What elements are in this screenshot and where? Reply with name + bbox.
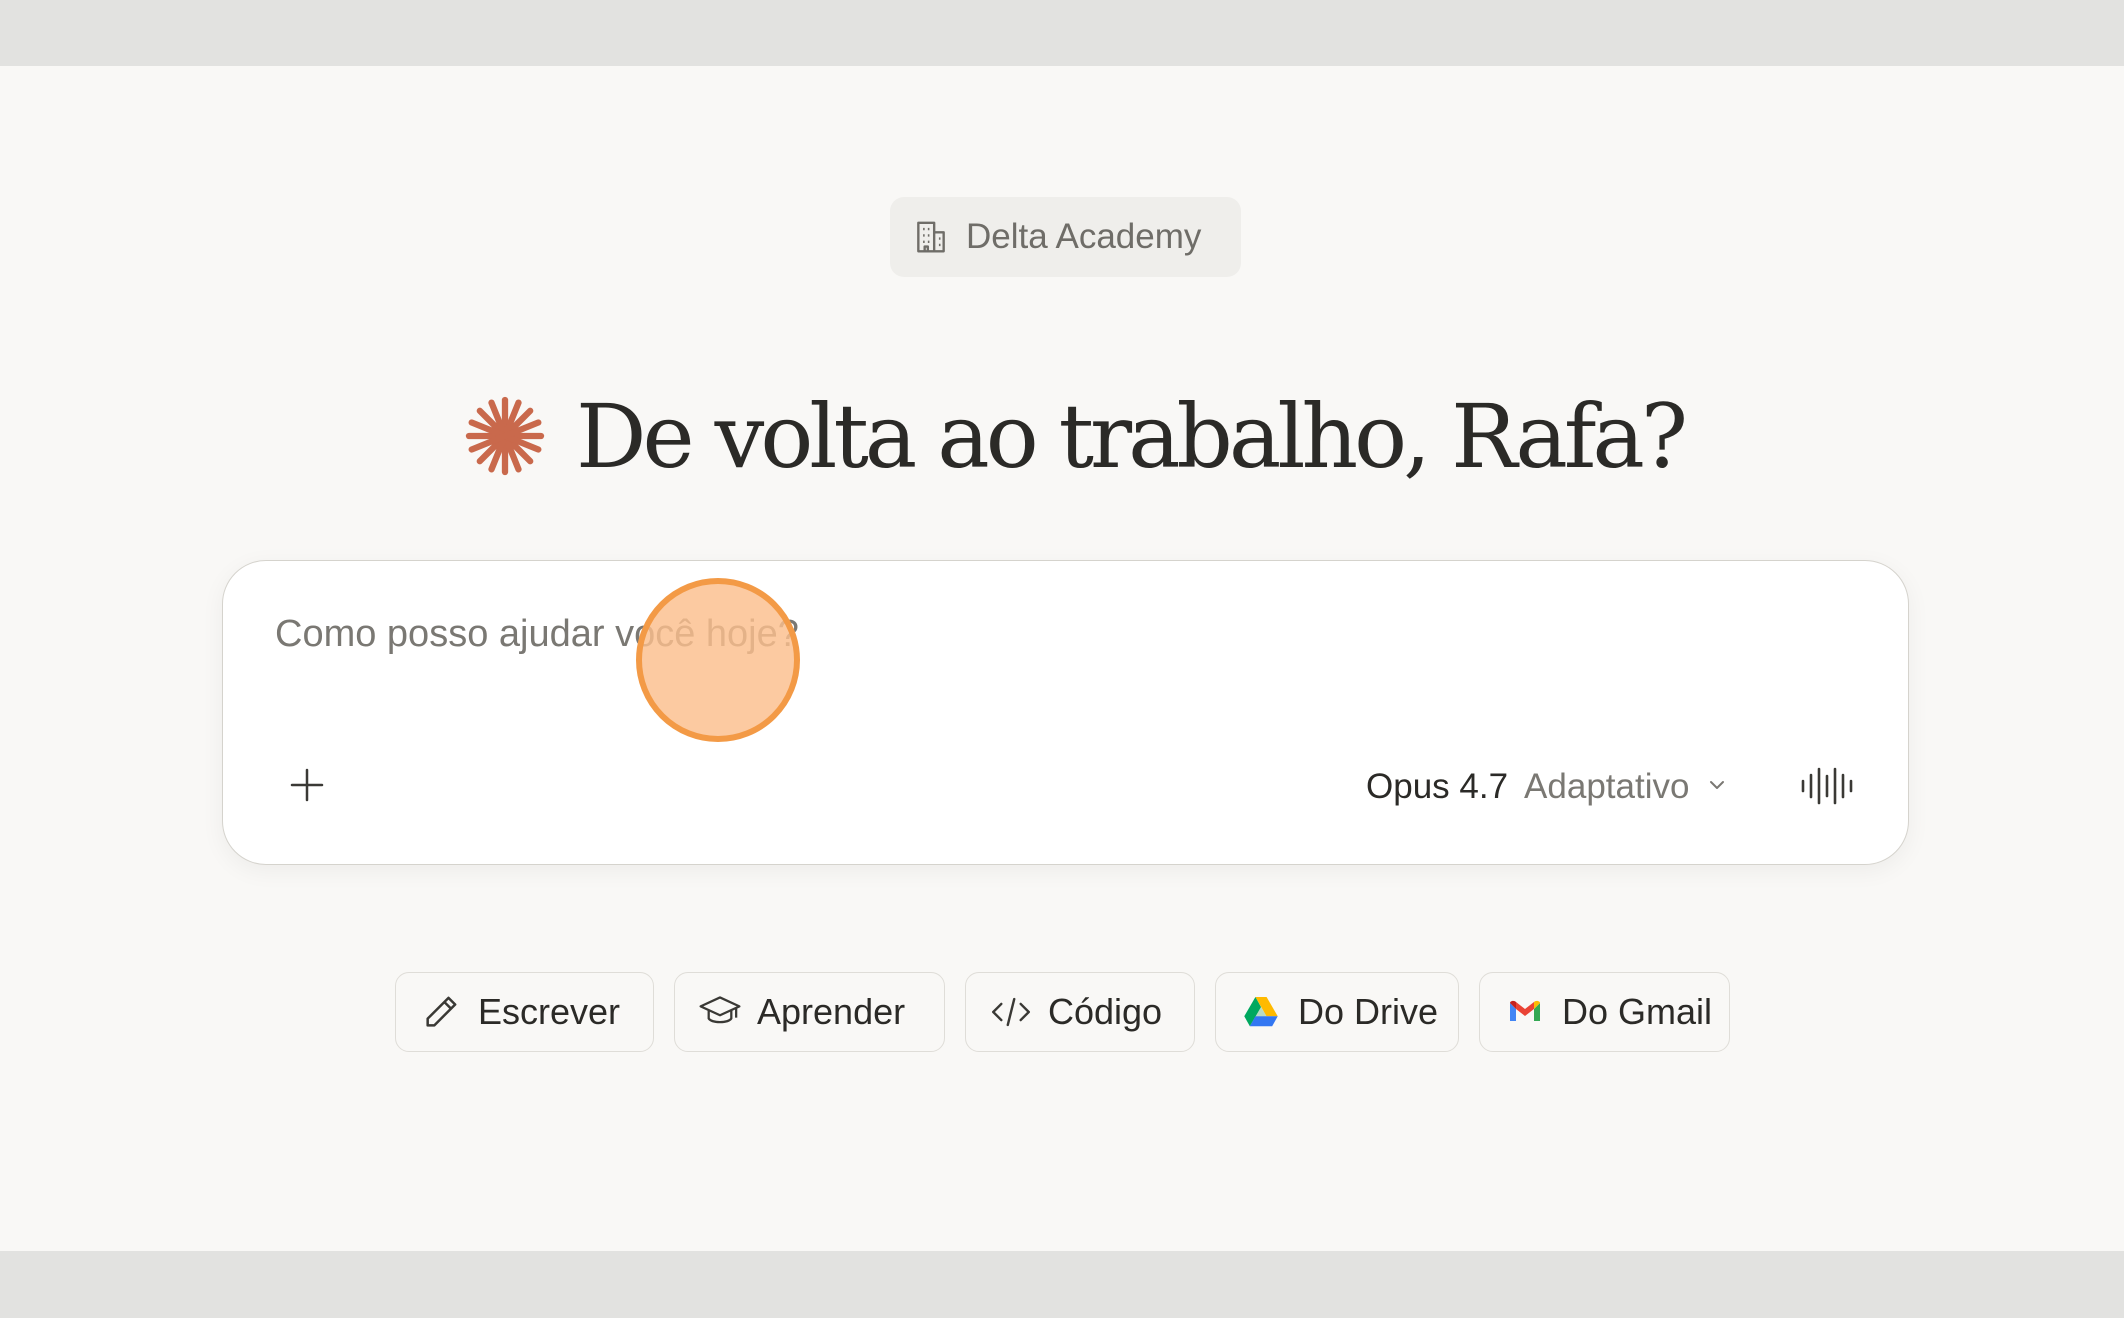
add-attachment-button[interactable] xyxy=(277,757,337,817)
organization-name: Delta Academy xyxy=(966,217,1202,256)
chip-label: Código xyxy=(1048,991,1163,1032)
chip-label: Do Gmail xyxy=(1562,991,1713,1032)
chip-label: Do Drive xyxy=(1298,991,1439,1032)
cursor-highlight xyxy=(636,578,800,742)
chip-label: Aprender xyxy=(757,991,906,1032)
model-selector[interactable]: Opus 4.7 Adaptativo xyxy=(1366,761,1729,813)
chip-do-gmail[interactable]: Do Gmail xyxy=(1479,972,1730,1052)
plus-icon xyxy=(287,765,327,810)
gmail-icon xyxy=(1504,991,1546,1033)
graduation-cap-icon xyxy=(699,991,741,1033)
pencil-icon xyxy=(420,991,462,1033)
voice-input-button[interactable] xyxy=(1798,759,1856,817)
greeting-title: De volta ao trabalho, Rafa? xyxy=(576,384,1688,488)
greeting: De volta ao trabalho, Rafa? xyxy=(460,356,1688,516)
chip-do-drive[interactable]: Do Drive xyxy=(1215,972,1459,1052)
message-composer: Opus 4.7 Adaptativo xyxy=(222,560,1909,865)
chip-aprender[interactable]: Aprender xyxy=(674,972,945,1052)
building-icon xyxy=(912,218,950,256)
prompt-input[interactable] xyxy=(275,613,1855,656)
spark-logo-icon xyxy=(460,391,550,481)
chip-escrever[interactable]: Escrever xyxy=(395,972,654,1052)
model-mode: Adaptativo xyxy=(1524,767,1690,806)
organization-badge[interactable]: Delta Academy xyxy=(890,197,1241,277)
code-icon xyxy=(990,991,1032,1033)
voice-waveform-icon xyxy=(1799,764,1855,813)
main-page: Delta Academy De volta ao trabalho, Rafa… xyxy=(0,66,2124,1251)
google-drive-icon xyxy=(1240,991,1282,1033)
chip-label: Escrever xyxy=(478,991,621,1032)
chevron-down-icon xyxy=(1705,773,1729,802)
chip-codigo[interactable]: Código xyxy=(965,972,1195,1052)
model-name: Opus 4.7 xyxy=(1366,767,1509,806)
